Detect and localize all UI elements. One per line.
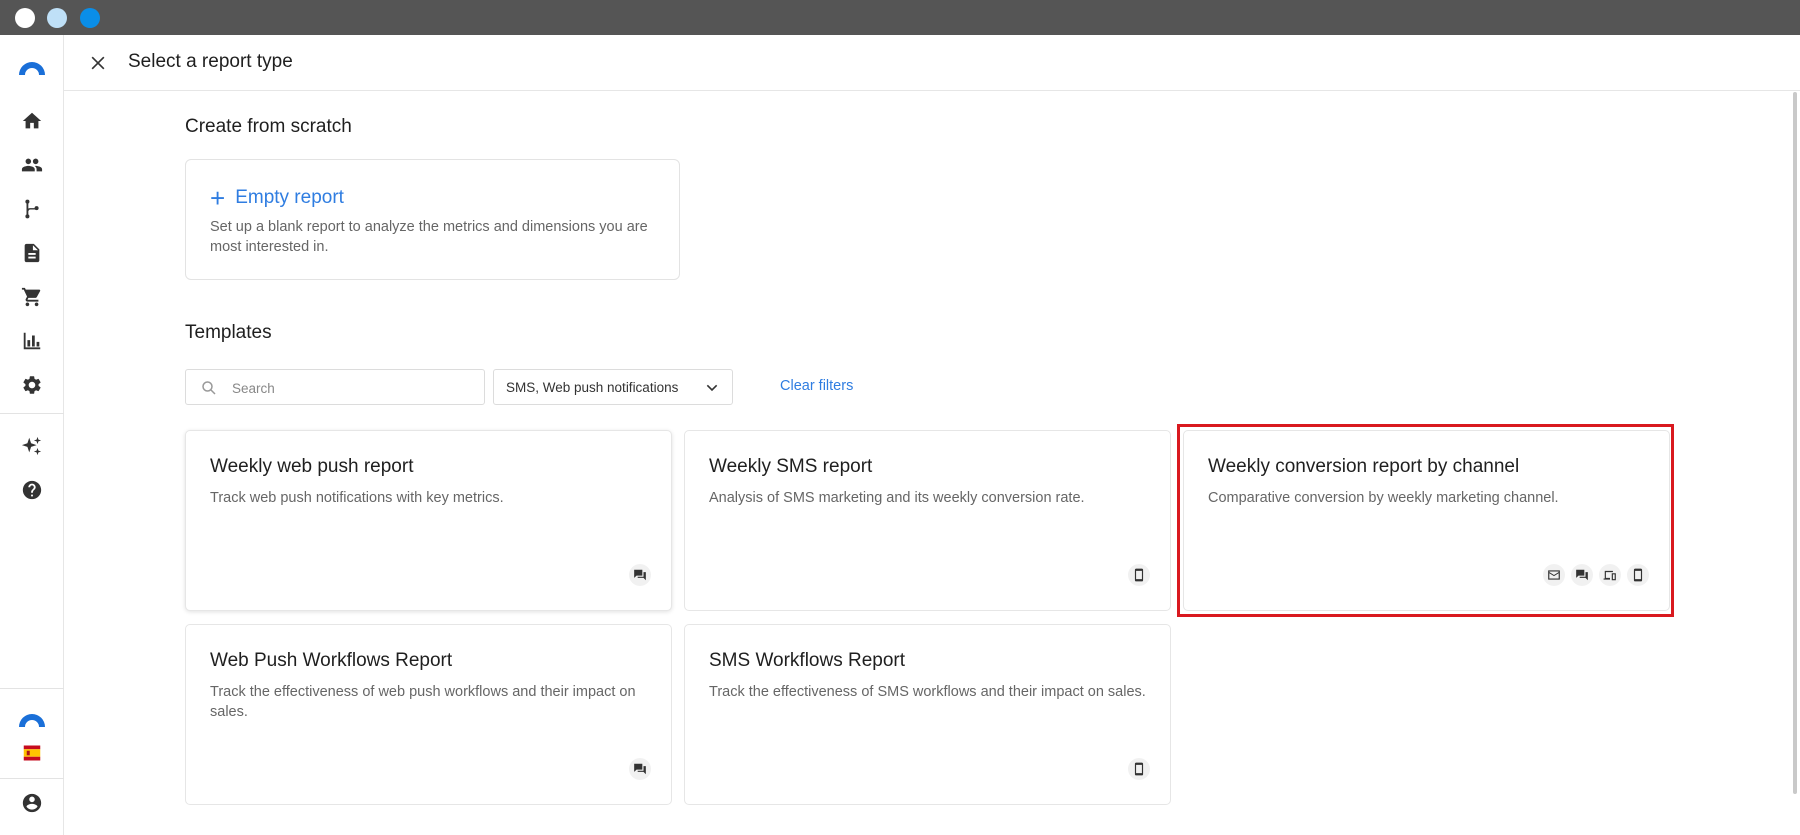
window-titlebar xyxy=(0,0,1800,35)
empty-report-description: Set up a blank report to analyze the met… xyxy=(210,219,648,255)
search-icon xyxy=(202,381,216,395)
mobile-phone-icon xyxy=(1128,564,1150,586)
spain-flag-icon[interactable] xyxy=(20,741,44,765)
template-card-title: Web Push Workflows Report xyxy=(210,650,453,671)
template-card-sms-workflows[interactable]: SMS Workflows Report Track the effective… xyxy=(684,624,1171,805)
sparkles-icon[interactable] xyxy=(20,434,44,458)
empty-report-title: Empty report xyxy=(235,187,344,208)
close-button[interactable] xyxy=(86,51,110,75)
help-circle-icon[interactable] xyxy=(20,478,44,502)
chat-icon xyxy=(629,564,651,586)
template-card-title: SMS Workflows Report xyxy=(709,650,906,671)
template-card-web-push-workflows[interactable]: Web Push Workflows Report Track the effe… xyxy=(185,624,672,805)
channel-icons xyxy=(1128,564,1150,586)
flow-branch-icon[interactable] xyxy=(20,197,44,221)
template-card-description: Track the effectiveness of SMS workflows… xyxy=(709,684,1146,700)
scratch-section-title: Create from scratch xyxy=(185,116,352,137)
home-icon[interactable] xyxy=(20,109,44,133)
close-icon xyxy=(91,56,105,70)
account-circle-icon[interactable] xyxy=(20,791,44,815)
mobile-phone-icon xyxy=(1128,758,1150,780)
search-input[interactable] xyxy=(232,378,472,398)
sidebar xyxy=(0,35,64,835)
channel-icons xyxy=(629,758,651,780)
people-icon[interactable] xyxy=(20,153,44,177)
page-header: Select a report type xyxy=(64,35,1800,91)
gear-icon[interactable] xyxy=(20,373,44,397)
channel-icons xyxy=(629,564,651,586)
document-icon[interactable] xyxy=(20,241,44,265)
template-card-description: Analysis of SMS marketing and its weekly… xyxy=(709,490,1085,506)
template-card-weekly-web-push[interactable]: Weekly web push report Track web push no… xyxy=(185,430,672,611)
vertical-scrollbar[interactable] xyxy=(1793,92,1797,794)
channel-icons xyxy=(1128,758,1150,780)
clear-filters-link[interactable]: Clear filters xyxy=(780,378,853,394)
template-card-title: Weekly web push report xyxy=(210,456,414,477)
window-close-dot[interactable] xyxy=(15,8,35,28)
window-maximize-dot[interactable] xyxy=(80,8,100,28)
brand-logo-icon[interactable] xyxy=(16,51,48,83)
cart-icon[interactable] xyxy=(20,285,44,309)
selection-highlight-box xyxy=(1177,424,1674,617)
templates-section-title: Templates xyxy=(185,322,272,343)
plus-icon: + xyxy=(210,183,226,213)
sidebar-account-divider xyxy=(0,778,64,779)
channel-filter-value: SMS, Web push notifications xyxy=(506,380,679,395)
template-card-title: Weekly SMS report xyxy=(709,456,873,477)
bar-chart-icon[interactable] xyxy=(20,329,44,353)
window-minimize-dot[interactable] xyxy=(47,8,67,28)
page-title: Select a report type xyxy=(128,51,293,72)
sidebar-divider xyxy=(0,413,64,414)
template-search-box[interactable] xyxy=(185,369,485,405)
chat-icon xyxy=(629,758,651,780)
empty-report-card[interactable]: + Empty report Set up a blank report to … xyxy=(185,159,680,280)
template-card-description: Track the effectiveness of web push work… xyxy=(210,684,636,720)
template-card-weekly-sms[interactable]: Weekly SMS report Analysis of SMS market… xyxy=(684,430,1171,611)
empty-report-heading: + Empty report xyxy=(210,185,344,211)
brand-small-logo-icon[interactable] xyxy=(16,701,48,733)
channel-filter-select[interactable]: SMS, Web push notifications xyxy=(493,369,733,405)
chevron-down-icon xyxy=(706,384,718,392)
template-card-description: Track web push notifications with key me… xyxy=(210,490,504,506)
sidebar-bottom-divider xyxy=(0,688,64,689)
